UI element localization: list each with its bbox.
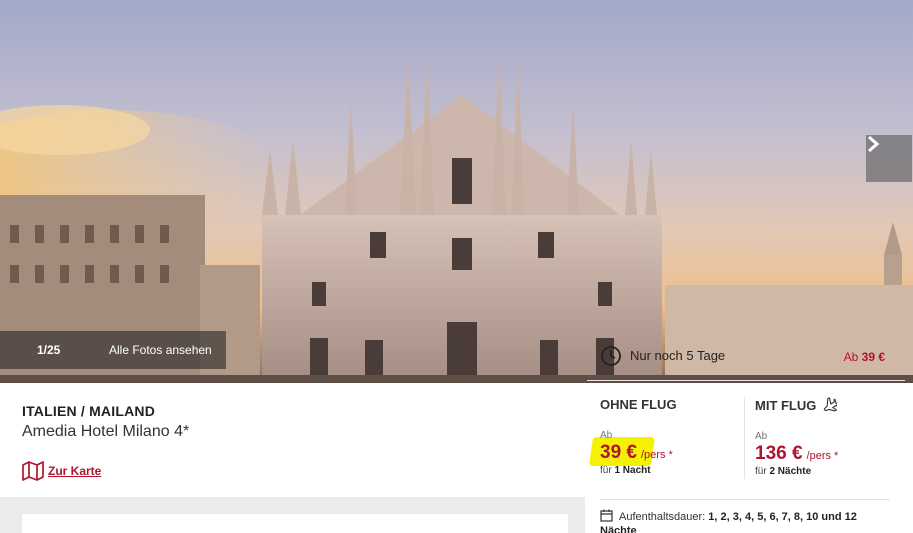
without-flight-sub-value: 1 Nacht bbox=[614, 465, 651, 476]
with-flight-nights: für 2 Nächte bbox=[755, 466, 838, 477]
with-flight-ab: Ab bbox=[755, 431, 768, 442]
stay-duration: Aufenthaltsdauer: 1, 2, 3, 4, 5, 6, 7, 8… bbox=[600, 509, 892, 533]
hotel-info: ITALIEN / MAILAND Amedia Hotel Milano 4* bbox=[22, 403, 189, 441]
booking-panel: Nur noch 5 Tage Ab 39 € OHNE FLUG Ab 39 … bbox=[587, 331, 905, 533]
map-link-label: Zur Karte bbox=[48, 464, 102, 478]
clock-icon bbox=[601, 345, 621, 366]
from-label: Ab bbox=[843, 350, 859, 364]
stay-unit: Nächte bbox=[600, 525, 637, 533]
without-flight-per: /pers * bbox=[640, 449, 673, 461]
with-flight-per: /pers * bbox=[806, 450, 839, 462]
column-divider bbox=[744, 397, 745, 479]
urgency-text: Nur noch 5 Tage bbox=[630, 348, 726, 363]
with-flight-heading-row: MIT FLUG bbox=[755, 397, 838, 413]
cathedral-photo bbox=[0, 0, 913, 383]
content-card bbox=[22, 514, 568, 533]
without-flight-nights: für 1 Nacht bbox=[600, 465, 677, 476]
option-with-flight[interactable]: MIT FLUG Ab 136 € /pers * für 2 Nächte bbox=[755, 397, 838, 477]
map-icon bbox=[22, 461, 44, 481]
breadcrumb: ITALIEN / MAILAND bbox=[22, 403, 156, 419]
with-flight-heading: MIT FLUG bbox=[755, 397, 817, 413]
from-price-value: 39 € bbox=[861, 350, 885, 364]
with-flight-sub-prefix: für bbox=[755, 466, 767, 477]
from-price: Ab 39 € bbox=[844, 350, 885, 364]
next-photo-button[interactable] bbox=[866, 135, 912, 182]
map-link[interactable]: Zur Karte bbox=[22, 461, 101, 481]
photo-counter-bar: 1/25 Alle Fotos ansehen bbox=[0, 331, 226, 369]
plane-icon bbox=[824, 397, 838, 412]
with-flight-price: 136 € bbox=[755, 443, 803, 464]
with-flight-sub-value: 2 Nächte bbox=[769, 466, 812, 477]
photo-counter: 1/25 bbox=[37, 343, 61, 357]
chevron-right-icon bbox=[868, 135, 880, 153]
hero-image[interactable]: 1/25 Alle Fotos ansehen bbox=[0, 0, 913, 383]
without-flight-price: 39 € bbox=[600, 442, 637, 463]
stay-values: 1, 2, 3, 4, 5, 6, 7, 8, 10 und 12 bbox=[708, 511, 857, 523]
all-photos-link[interactable]: Alle Fotos ansehen bbox=[109, 343, 212, 357]
section-divider bbox=[600, 499, 890, 500]
option-without-flight[interactable]: OHNE FLUG Ab 39 € /pers * für 1 Nacht bbox=[600, 397, 677, 476]
calendar-icon bbox=[600, 509, 613, 522]
without-flight-ab: Ab bbox=[600, 430, 613, 441]
urgency-bar: Nur noch 5 Tage Ab 39 € bbox=[587, 331, 905, 381]
stay-label: Aufenthaltsdauer: bbox=[619, 511, 706, 523]
without-flight-heading: OHNE FLUG bbox=[600, 397, 677, 412]
hotel-name: Amedia Hotel Milano 4* bbox=[22, 423, 190, 440]
without-flight-sub-prefix: für bbox=[600, 465, 612, 476]
